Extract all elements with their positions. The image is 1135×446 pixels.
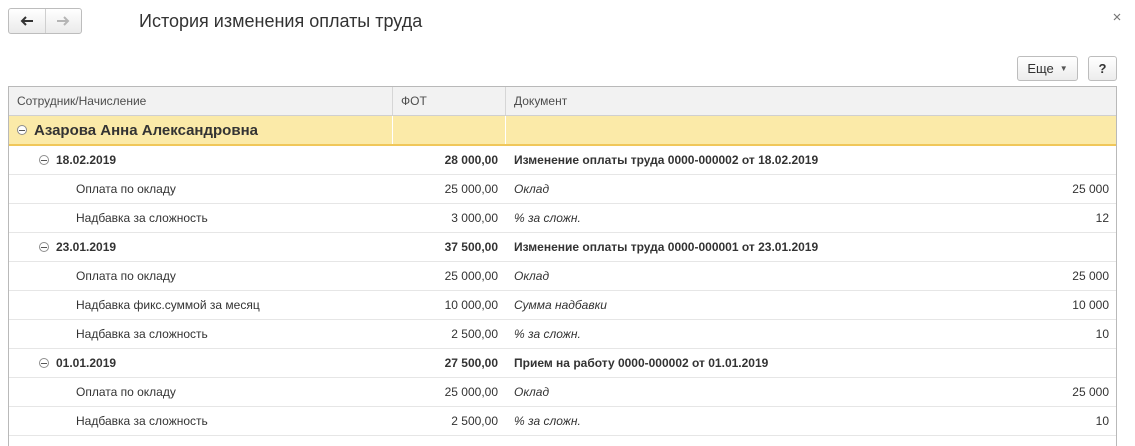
period-fot: 37 500,00 <box>444 240 498 254</box>
accrual-row[interactable]: Оплата по окладу 25 000,00 Оклад 25 000 <box>9 175 1116 204</box>
employee-group-row[interactable]: Азарова Анна Александровна <box>9 116 1116 146</box>
accrual-indicator: % за сложн. <box>514 327 581 341</box>
accrual-fot: 25 000,00 <box>444 385 498 399</box>
forward-button[interactable] <box>44 9 82 33</box>
period-date: 01.01.2019 <box>56 356 117 370</box>
period-document: Изменение оплаты труда 0000-000002 от 18… <box>514 153 819 167</box>
accrual-fot: 10 000,00 <box>444 298 498 312</box>
employee-fot-cell <box>393 116 506 144</box>
accrual-value: 25 000 <box>1072 269 1109 283</box>
employee-cell: Азарова Анна Александровна <box>9 116 393 144</box>
close-icon[interactable] <box>1110 10 1124 24</box>
employee-name: Азарова Анна Александровна <box>34 121 258 139</box>
accrual-fot: 2 500,00 <box>451 414 498 428</box>
table-header: Сотрудник/Начисление ФОТ Документ <box>9 87 1116 116</box>
accrual-fot: 25 000,00 <box>444 269 498 283</box>
accrual-value: 25 000 <box>1072 385 1109 399</box>
collapse-toggle-icon[interactable] <box>39 358 49 368</box>
period-fot: 28 000,00 <box>444 153 498 167</box>
collapse-toggle-icon[interactable] <box>17 125 27 135</box>
period-date-cell: 18.02.2019 <box>9 146 393 174</box>
period-document: Прием на работу 0000-000002 от 01.01.201… <box>514 356 769 370</box>
period-date: 18.02.2019 <box>56 153 117 167</box>
column-header-employee[interactable]: Сотрудник/Начисление <box>9 87 393 115</box>
period-date-cell: 01.01.2019 <box>9 349 393 377</box>
accrual-name: Надбавка за сложность <box>76 327 208 341</box>
accrual-fot: 2 500,00 <box>451 327 498 341</box>
period-document: Изменение оплаты труда 0000-000001 от 23… <box>514 240 819 254</box>
accrual-value: 10 <box>1095 414 1109 428</box>
arrow-right-icon <box>57 16 70 26</box>
accrual-indicator: % за сложн. <box>514 414 581 428</box>
accrual-name: Оплата по окладу <box>76 182 176 196</box>
accrual-indicator: Оклад <box>514 269 550 283</box>
accrual-name: Надбавка за сложность <box>76 211 208 225</box>
accrual-name: Надбавка за сложность <box>76 414 208 428</box>
accrual-fot: 3 000,00 <box>451 211 498 225</box>
accrual-value: 10 <box>1095 327 1109 341</box>
help-button[interactable]: ? <box>1088 56 1117 81</box>
accrual-name: Оплата по окладу <box>76 385 176 399</box>
period-date-cell: 23.01.2019 <box>9 233 393 261</box>
accrual-indicator: % за сложн. <box>514 211 581 225</box>
navigation-buttons <box>8 8 82 34</box>
more-button[interactable]: Еще ▼ <box>1017 56 1078 81</box>
accrual-value: 12 <box>1095 211 1109 225</box>
window-title: История изменения оплаты труда <box>139 11 423 31</box>
employee-document-cell <box>506 116 1116 144</box>
accrual-fot: 25 000,00 <box>444 182 498 196</box>
period-date: 23.01.2019 <box>56 240 117 254</box>
accrual-row[interactable]: Надбавка за сложность 2 500,00 % за слож… <box>9 320 1116 349</box>
accrual-indicator: Сумма надбавки <box>514 298 607 312</box>
column-header-document[interactable]: Документ <box>506 87 1116 115</box>
accrual-value: 25 000 <box>1072 182 1109 196</box>
more-button-label: Еще <box>1027 61 1054 76</box>
period-row[interactable]: 01.01.2019 27 500,00 Прием на работу 000… <box>9 349 1116 378</box>
arrow-left-icon <box>20 16 33 26</box>
period-row[interactable]: 18.02.2019 28 000,00 Изменение оплаты тр… <box>9 146 1116 175</box>
accrual-indicator: Оклад <box>514 385 550 399</box>
back-button[interactable] <box>9 9 45 33</box>
accrual-row[interactable]: Надбавка за сложность 3 000,00 % за слож… <box>9 204 1116 233</box>
collapse-toggle-icon[interactable] <box>39 242 49 252</box>
period-row[interactable]: 23.01.2019 37 500,00 Изменение оплаты тр… <box>9 233 1116 262</box>
chevron-down-icon: ▼ <box>1059 64 1068 73</box>
accrual-name: Надбавка фикс.суммой за месяц <box>76 298 260 312</box>
accrual-value: 10 000 <box>1072 298 1109 312</box>
accrual-row[interactable]: Оплата по окладу 25 000,00 Оклад 25 000 <box>9 378 1116 407</box>
accrual-row[interactable]: Надбавка за сложность 2 500,00 % за слож… <box>9 407 1116 436</box>
accrual-name: Оплата по окладу <box>76 269 176 283</box>
period-fot: 27 500,00 <box>444 356 498 370</box>
accrual-row[interactable]: Надбавка фикс.суммой за месяц 10 000,00 … <box>9 291 1116 320</box>
column-header-fot[interactable]: ФОТ <box>393 87 506 115</box>
accrual-row[interactable]: Оплата по окладу 25 000,00 Оклад 25 000 <box>9 262 1116 291</box>
salary-history-table[interactable]: Сотрудник/Начисление ФОТ Документ Азаров… <box>8 86 1117 446</box>
collapse-toggle-icon[interactable] <box>39 155 49 165</box>
accrual-indicator: Оклад <box>514 182 550 196</box>
